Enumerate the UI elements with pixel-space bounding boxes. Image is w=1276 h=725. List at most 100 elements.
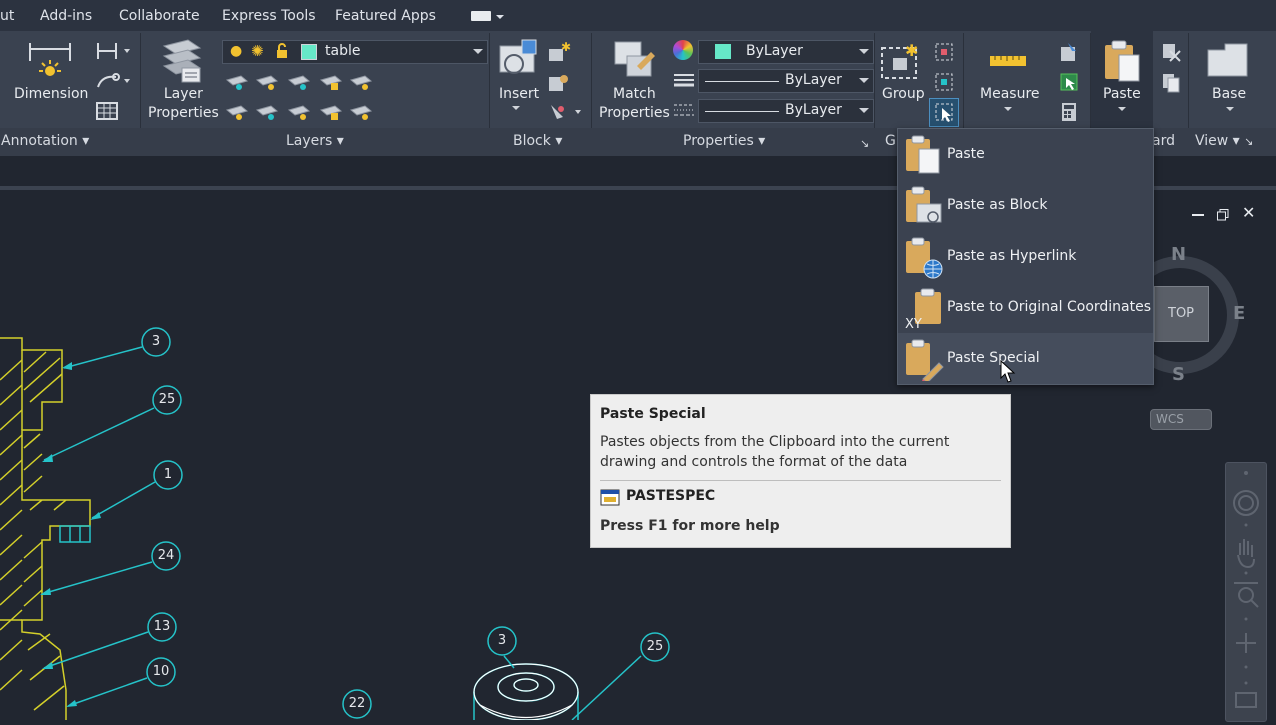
insert-label: Insert <box>499 86 540 102</box>
select-all-icon <box>1060 73 1078 91</box>
edit-block-button[interactable] <box>547 71 571 93</box>
match-properties-label: Match Properties <box>599 86 670 121</box>
panel-title-properties[interactable]: Properties ▾ <box>683 133 765 149</box>
paste-hyperlink-icon <box>906 237 943 279</box>
chevron-down-icon[interactable] <box>1004 107 1012 111</box>
dimension-button[interactable] <box>27 39 73 83</box>
panel-title-view[interactable]: View ▾ ↘ <box>1195 133 1253 149</box>
restore-icon[interactable] <box>1217 206 1229 221</box>
group-edit-button[interactable] <box>933 71 955 93</box>
calculator-button[interactable] <box>1058 101 1080 123</box>
clipboard-icon <box>1105 40 1140 82</box>
viewcube-face[interactable]: TOP <box>1154 286 1209 342</box>
chevron-down-icon[interactable] <box>1118 107 1126 111</box>
copy-button[interactable] <box>1160 71 1182 93</box>
group-select-icon <box>935 103 953 122</box>
menu-item-label: Paste Special <box>947 350 1040 366</box>
menu-item-paste-as-hyperlink[interactable]: Paste as Hyperlink <box>898 231 1153 282</box>
chevron-down-icon[interactable] <box>1226 107 1234 111</box>
edit-attributes-button[interactable] <box>547 101 583 123</box>
sun-icon: ✺ <box>251 42 264 60</box>
compass-south[interactable]: S <box>1172 364 1185 385</box>
linetype-dropdown[interactable]: ByLayer <box>698 99 874 123</box>
lineweight-dropdown[interactable]: ByLayer <box>698 69 874 93</box>
group-button[interactable]: ✱ <box>879 40 923 82</box>
menu-item-collaborate[interactable]: Collaborate <box>119 8 200 24</box>
color-dropdown[interactable]: ByLayer <box>698 40 874 64</box>
measure-label: Measure <box>980 86 1040 102</box>
linear-dim-icon <box>97 43 130 59</box>
group-select-button[interactable] <box>929 98 959 127</box>
menu-item-paste-to-original-coordinates[interactable]: XY Paste to Original Coordinates <box>898 282 1153 333</box>
menu-item-featured-apps[interactable]: Featured Apps <box>335 8 436 24</box>
base-view-button[interactable] <box>1205 42 1251 80</box>
match-properties-icon <box>614 41 655 77</box>
chevron-down-icon <box>859 78 869 83</box>
panel-title-clipboard[interactable]: ard <box>1152 133 1175 149</box>
menu-item-label: Paste to Original Coordinates <box>947 299 1152 315</box>
minimize-icon[interactable] <box>1192 214 1204 216</box>
layer-properties-label: Layer Properties <box>148 86 219 121</box>
tooltip-help: Press F1 for more help <box>600 518 780 534</box>
layer-properties-button[interactable] <box>158 38 206 84</box>
ungroup-button[interactable] <box>933 41 955 63</box>
menu-item-label: Paste <box>947 146 985 162</box>
table-button[interactable] <box>96 101 120 123</box>
quick-select-button[interactable] <box>1058 41 1080 63</box>
workspace-dropdown[interactable] <box>471 11 504 22</box>
compass-east[interactable]: E <box>1233 303 1245 324</box>
menu-item-paste-special[interactable]: Paste Special <box>898 333 1153 384</box>
match-properties-button[interactable] <box>611 38 657 82</box>
menu-item-express-tools[interactable]: Express Tools <box>222 8 316 24</box>
base-label: Base <box>1212 86 1247 102</box>
mouse-cursor-icon <box>1000 360 1016 383</box>
panel-title-text: Properties <box>683 133 754 149</box>
viewcube-face-label: TOP <box>1168 306 1195 321</box>
menu-item-label: Paste as Hyperlink <box>947 248 1077 264</box>
ucs-menu[interactable]: WCS <box>1150 409 1212 430</box>
menu-item-layout[interactable]: ut <box>0 8 14 24</box>
svg-text:✱: ✱ <box>905 41 918 60</box>
paste-special-tooltip: Paste Special Pastes objects from the Cl… <box>590 394 1011 548</box>
lightbulb-icon: ● <box>230 43 243 59</box>
paste-coordinates-icon: XY <box>905 288 941 330</box>
panel-title-annotation[interactable]: Annotation ▾ <box>1 133 89 149</box>
select-all-button[interactable] <box>1058 71 1080 93</box>
paste-block-icon <box>906 186 942 223</box>
panel-title-groups[interactable]: G <box>885 133 896 149</box>
svg-text:XY: XY <box>905 317 922 330</box>
group-edit-icon <box>935 73 953 91</box>
balloon-label: 22 <box>348 696 366 711</box>
ruler-icon <box>990 56 1026 66</box>
menu-item-add-ins[interactable]: Add-ins <box>40 8 92 24</box>
cut-button[interactable] <box>1160 41 1182 63</box>
panel-title-text: Layers <box>286 133 333 149</box>
linetype-icon <box>674 102 694 118</box>
paste-button[interactable] <box>1101 39 1143 83</box>
panel-title-text: Annotation <box>1 133 78 149</box>
layer-tools-row-2 <box>225 100 375 122</box>
linear-dimension-button[interactable] <box>96 41 132 63</box>
layer-dropdown[interactable]: ● ✺ table <box>222 40 488 64</box>
chevron-down-icon[interactable] <box>512 106 520 110</box>
insert-button[interactable] <box>496 38 540 82</box>
close-icon[interactable]: ✕ <box>1242 203 1255 222</box>
menu-item-paste-as-block[interactable]: Paste as Block <box>898 180 1153 231</box>
panel-title-layers[interactable]: Layers ▾ <box>286 133 344 149</box>
ungroup-icon <box>935 43 953 61</box>
paste-dropdown-menu: Paste Paste as Block Paste as Hyperlink … <box>897 128 1154 385</box>
compass-north[interactable]: N <box>1171 244 1186 265</box>
tooltip-divider <box>600 480 1001 481</box>
color-value: ByLayer <box>746 43 803 59</box>
dialog-launcher-icon[interactable]: ↘ <box>860 137 869 150</box>
leader-button[interactable] <box>96 71 132 93</box>
panel-title-block[interactable]: Block ▾ <box>513 133 562 149</box>
create-block-button[interactable]: ✱ <box>547 40 571 63</box>
insert-block-icon <box>499 39 537 74</box>
measure-button[interactable] <box>987 48 1031 72</box>
copy-icon <box>1163 74 1180 93</box>
chevron-down-icon <box>473 49 483 54</box>
menu-item-paste[interactable]: Paste <box>898 129 1153 180</box>
balloon-label: 3 <box>497 633 507 648</box>
calculator-icon <box>1062 103 1076 121</box>
